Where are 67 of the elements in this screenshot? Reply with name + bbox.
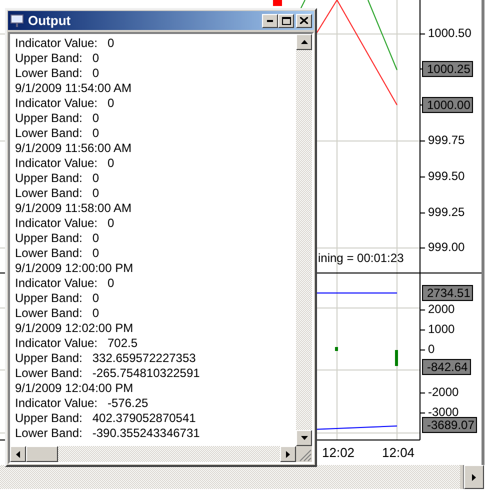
scroll-down-button[interactable]	[296, 430, 312, 446]
vertical-scrollbar[interactable]	[296, 34, 312, 446]
output-line: Lower Band: 0	[15, 186, 100, 201]
indicator-marker: -842.64	[422, 359, 471, 375]
horizontal-scrollbar[interactable]	[0, 465, 484, 489]
output-line: 9/1/2009 11:54:00 AM	[15, 81, 133, 96]
output-line: Lower Band: 0	[15, 126, 100, 141]
output-line: 9/1/2009 12:00:00 PM	[15, 261, 134, 276]
price-marker: 1000.00	[422, 97, 474, 113]
scroll-up-button[interactable]	[296, 34, 312, 50]
left-arrow-icon	[16, 450, 20, 458]
maximize-button[interactable]	[278, 14, 294, 28]
output-line: Upper Band: 0	[15, 231, 100, 246]
output-line: Lower Band: -265.754810322591	[15, 366, 201, 381]
up-arrow-icon	[300, 40, 308, 44]
minimize-icon	[267, 20, 273, 22]
output-line: 9/1/2009 12:02:00 PM	[15, 321, 134, 336]
scroll-right-button[interactable]	[464, 465, 484, 489]
scroll-left-button[interactable]	[10, 446, 26, 462]
window-title: Output	[28, 14, 72, 27]
time-label: 12:02	[322, 446, 355, 459]
close-button[interactable]	[296, 14, 312, 28]
axis-label: 999.50	[428, 170, 465, 182]
maximize-icon	[282, 16, 290, 24]
output-line: Indicator Value: -576.25	[15, 396, 150, 411]
down-arrow-icon	[300, 436, 308, 440]
output-line: Indicator Value: 0	[15, 156, 116, 171]
minimize-button[interactable]	[262, 14, 278, 28]
axis-label: 999.25	[428, 206, 465, 218]
output-line: Indicator Value: 0	[15, 36, 116, 51]
output-line: Lower Band: 0	[15, 246, 100, 261]
output-line: Indicator Value: 0	[15, 216, 116, 231]
time-label: 12:04	[382, 446, 415, 459]
output-line: Indicator Value: 702.5	[15, 336, 139, 351]
output-line: Upper Band: 0	[15, 51, 100, 66]
axis-label: 999.75	[428, 134, 465, 146]
price-marker: 1000.25	[422, 61, 474, 77]
output-line: Indicator Value: 0	[15, 96, 116, 111]
window-icon	[10, 14, 24, 28]
close-icon	[300, 17, 308, 24]
axis-label: 2000	[428, 303, 455, 315]
axis-label: 0	[428, 343, 435, 355]
output-line: Lower Band: 0	[15, 66, 100, 81]
output-line: 9/1/2009 11:56:00 AM	[15, 141, 133, 156]
output-line: Upper Band: 0	[15, 111, 100, 126]
axis-label: 1000.50	[428, 27, 472, 39]
output-line: Upper Band: 0	[15, 291, 100, 306]
axis-label: 999.00	[428, 241, 465, 253]
output-line: 9/1/2009 11:58:00 AM	[15, 201, 133, 216]
axis-label: -3000	[428, 406, 459, 418]
indicator-marker: 2734.51	[422, 285, 474, 301]
output-line: Upper Band: 402.379052870541	[15, 411, 197, 426]
output-line: Upper Band: 0	[15, 171, 100, 186]
scroll-right-button[interactable]	[280, 446, 296, 462]
axis-label: 1000	[428, 323, 455, 335]
right-arrow-icon	[286, 450, 290, 458]
output-line: Lower Band: -390.355243346731	[15, 426, 201, 441]
horizontal-scrollbar[interactable]	[10, 446, 296, 462]
right-arrow-icon	[472, 474, 476, 480]
output-line: Lower Band: 0	[15, 306, 100, 321]
scroll-thumb[interactable]	[26, 446, 58, 462]
output-line: Indicator Value: 0	[15, 276, 116, 291]
axis-label: -2000	[428, 386, 459, 398]
status-text: ining = 00:01:23	[318, 252, 404, 264]
output-line: Upper Band: 332.659572227353	[15, 351, 197, 366]
output-line: 9/1/2009 12:04:00 PM	[15, 381, 134, 396]
indicator-marker: -3689.07	[422, 417, 478, 433]
